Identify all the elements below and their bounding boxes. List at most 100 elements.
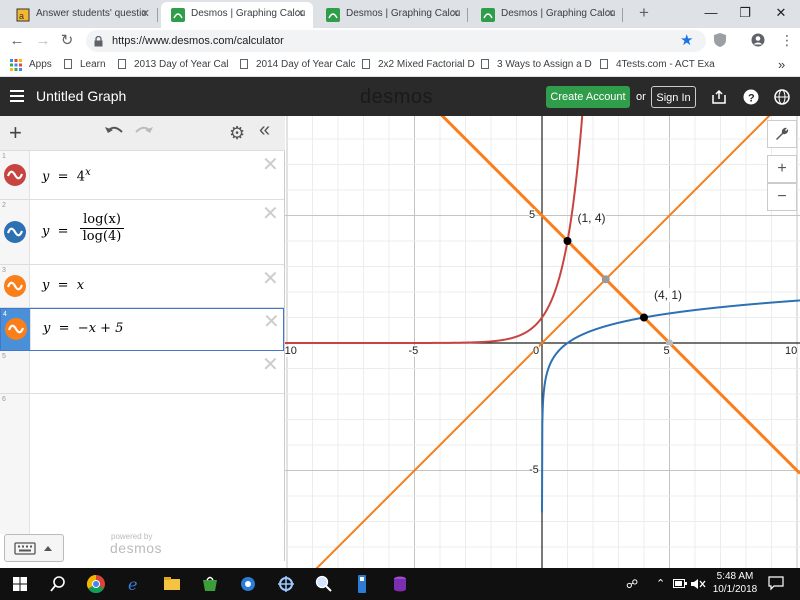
more-bookmarks-icon[interactable]: » <box>778 54 785 76</box>
graph-visibility-icon[interactable] <box>4 275 26 297</box>
close-tab-icon[interactable]: ✕ <box>141 2 150 26</box>
point-label[interactable]: (4, 1) <box>654 287 683 302</box>
close-tab-icon[interactable]: ✕ <box>606 2 615 26</box>
browser-tab[interactable]: Desmos | Graphing Calcu ✕ <box>471 2 623 28</box>
new-tab-button[interactable]: + <box>634 2 654 26</box>
keypad-toggle-button[interactable] <box>4 534 64 562</box>
minimize-window-button[interactable]: — <box>696 0 726 28</box>
delete-expression-icon[interactable]: ✕ <box>262 204 279 224</box>
zoom-in-button[interactable]: + <box>767 155 797 183</box>
expression-row-1[interactable]: 1 y = 4x ✕ <box>0 151 284 200</box>
x-tick-label: 5 <box>663 345 670 357</box>
x-tick-label: 10 <box>785 345 798 357</box>
desmos-favicon-icon <box>326 8 340 22</box>
expression-math[interactable]: y = <box>42 224 69 239</box>
system-clock[interactable]: 5:48 AM 10/1/2018 <box>712 570 758 596</box>
tab-title: Desmos | Graphing Calcu <box>501 8 616 19</box>
edge-taskbar-icon[interactable]: e <box>122 572 146 596</box>
battery-icon[interactable] <box>673 578 687 592</box>
bookmark-item[interactable]: 4Tests.com - ACT Exa <box>600 54 715 76</box>
expression-math[interactable]: y = −x + 5 <box>43 321 123 336</box>
close-tab-icon[interactable]: ✕ <box>296 2 305 26</box>
apps-grid-icon[interactable] <box>10 59 22 74</box>
empty-expression-input[interactable] <box>30 351 260 393</box>
extension-shield-icon[interactable] <box>714 33 726 50</box>
create-account-button[interactable]: Create Account <box>546 86 630 108</box>
app-taskbar-icon[interactable] <box>350 572 374 596</box>
graph-visibility-icon[interactable] <box>5 318 27 340</box>
labeled-point <box>563 237 572 245</box>
graph-paper[interactable]: -10 -5 0 5 10 5 -5 (1, 4) (4, 1) <box>285 116 800 568</box>
restore-window-button[interactable]: ❐ <box>730 0 760 28</box>
settings-gear-icon[interactable]: ⚙ <box>229 123 245 144</box>
delete-expression-icon[interactable]: ✕ <box>263 312 280 332</box>
store-taskbar-icon[interactable] <box>198 572 222 596</box>
bookmark-item[interactable]: 2013 Day of Year Cal <box>118 54 229 76</box>
labeled-point <box>640 313 648 322</box>
share-icon[interactable] <box>709 86 729 108</box>
add-item-icon[interactable]: + <box>9 121 22 145</box>
chrome-menu-icon[interactable]: ⋮ <box>780 32 794 49</box>
bookmark-item[interactable]: 2014 Day of Year Calc <box>240 54 356 76</box>
undo-icon[interactable] <box>104 124 124 143</box>
point-label[interactable]: (1, 4) <box>577 211 606 225</box>
tray-expand-icon[interactable]: ⌃ <box>656 568 665 600</box>
url-text[interactable]: https://www.desmos.com/calculator <box>112 30 284 52</box>
browser-tab[interactable]: a Answer students' questio ✕ <box>6 2 158 28</box>
clock-time: 5:48 AM <box>716 571 754 582</box>
expression-row-3[interactable]: 3 y = x ✕ <box>0 265 284 308</box>
hamburger-menu-icon[interactable] <box>10 90 24 102</box>
redo-icon[interactable] <box>134 124 154 143</box>
row-number: 3 <box>2 267 6 274</box>
tab-title: Answer students' questio <box>36 8 147 19</box>
delete-expression-icon[interactable]: ✕ <box>262 355 279 375</box>
row-gutter: 1 <box>0 151 30 199</box>
expression-row-4[interactable]: 4 y = −x + 5 ✕ <box>0 308 284 351</box>
app-taskbar-icon[interactable] <box>388 572 412 596</box>
row-number: 2 <box>2 202 6 209</box>
row-number: 1 <box>2 153 6 160</box>
zoom-out-button[interactable]: − <box>767 183 797 211</box>
graph-settings-wrench-icon[interactable] <box>767 120 797 148</box>
row-number: 6 <box>2 396 6 403</box>
close-window-button[interactable]: ✕ <box>766 0 796 28</box>
graph-canvas[interactable] <box>285 116 800 568</box>
graph-visibility-icon[interactable] <box>4 221 26 243</box>
expression-math[interactable]: y = 4x <box>42 167 91 184</box>
notifications-icon[interactable] <box>768 575 784 594</box>
search-icon[interactable] <box>46 572 70 596</box>
expression-row-5[interactable]: 5 ✕ <box>0 351 284 394</box>
powered-by-logo: desmos <box>110 540 163 556</box>
bookmark-item[interactable]: Learn <box>64 54 106 76</box>
chrome-taskbar-icon[interactable] <box>84 572 108 596</box>
file-explorer-icon[interactable] <box>160 572 184 596</box>
bookmark-item[interactable]: 2x2 Mixed Factorial D <box>362 54 475 76</box>
windows-start-icon[interactable] <box>8 572 32 596</box>
profile-avatar-icon[interactable] <box>751 33 765 50</box>
collapse-panel-icon[interactable]: « <box>259 119 270 142</box>
graph-visibility-icon[interactable] <box>4 164 26 186</box>
reload-icon[interactable]: ↻ <box>56 28 78 54</box>
expression-math[interactable]: y = x <box>42 278 84 293</box>
bookmark-star-icon[interactable]: ★ <box>680 31 693 49</box>
row-gutter: 4 <box>1 309 31 350</box>
close-tab-icon[interactable]: ✕ <box>451 2 460 26</box>
graph-title[interactable]: Untitled Graph <box>36 77 126 116</box>
app-taskbar-icon[interactable] <box>236 572 260 596</box>
expression-row-2[interactable]: 2 y = log(x) log(4) ✕ <box>0 200 284 265</box>
help-icon[interactable]: ? <box>741 86 761 108</box>
delete-expression-icon[interactable]: ✕ <box>262 155 279 175</box>
delete-expression-icon[interactable]: ✕ <box>262 269 279 289</box>
forward-icon[interactable]: → <box>32 28 54 54</box>
app-taskbar-icon[interactable] <box>274 572 298 596</box>
magnifier-taskbar-icon[interactable] <box>312 572 336 596</box>
people-icon[interactable]: ☍ <box>626 568 638 600</box>
bookmark-apps[interactable]: Apps <box>29 54 52 76</box>
bookmark-item[interactable]: 3 Ways to Assign a D <box>481 54 592 76</box>
language-globe-icon[interactable] <box>772 86 792 108</box>
back-icon[interactable]: ← <box>6 28 28 54</box>
volume-muted-icon[interactable] <box>690 578 706 593</box>
browser-tab[interactable]: Desmos | Graphing Calcu ✕ <box>316 2 468 28</box>
sign-in-button[interactable]: Sign In <box>651 86 696 108</box>
browser-tab-active[interactable]: Desmos | Graphing Calcu ✕ <box>161 2 313 28</box>
